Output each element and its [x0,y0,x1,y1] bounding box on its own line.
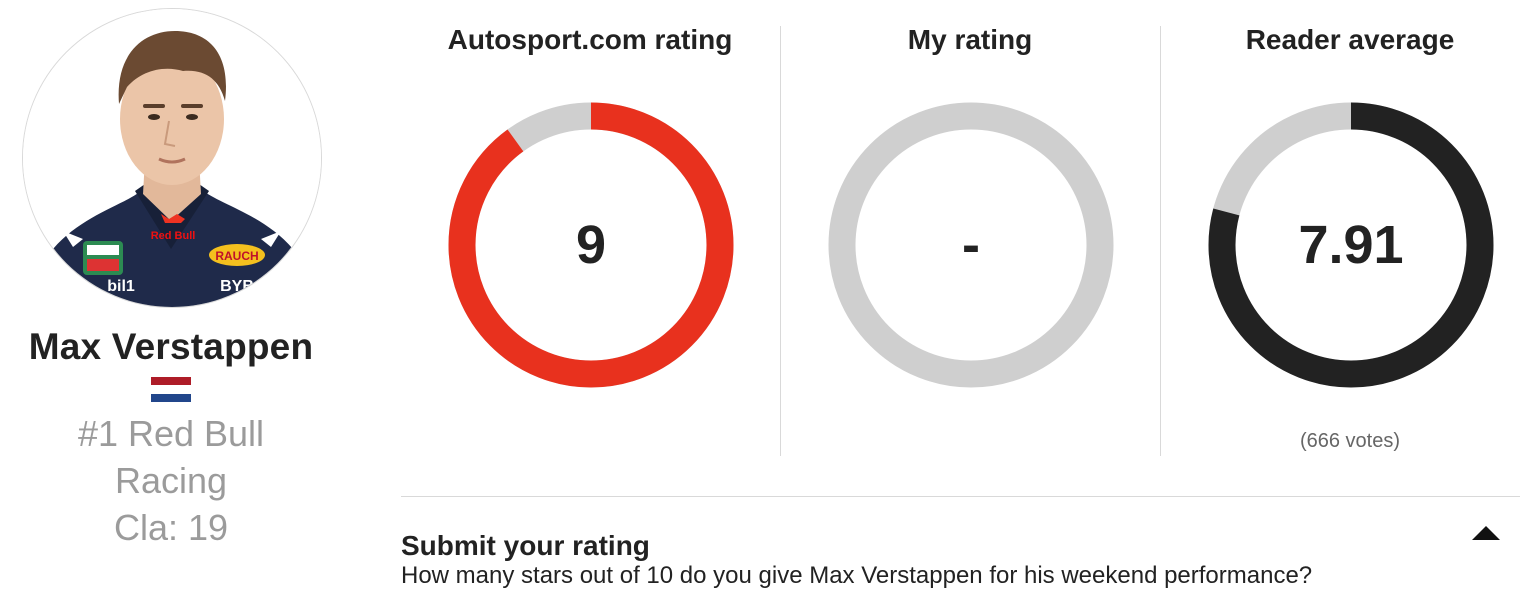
autosport-rating-panel: Autosport.com rating 9 [400,0,780,460]
svg-text:Red Bull: Red Bull [151,230,196,242]
panel-title: My rating [907,24,1033,55]
driver-team: #1 Red Bull Racing [0,410,342,504]
flag-stripe-white [151,385,191,394]
submit-rating-description: How many stars out of 10 do you give Max… [401,562,1313,589]
flag-stripe-red [151,377,191,386]
rating-value: 9 [575,215,607,275]
my-rating-panel: My rating - [780,0,1160,460]
caret-up-icon[interactable] [1470,524,1502,542]
reader-average-panel: Reader average 7.91 (666 votes) [1160,0,1520,460]
driver-card: RAUCH Red Bull BYB bil1 Max Verstappen #… [0,0,342,572]
rating-ring: 7.91 [1206,100,1496,390]
panel-title: Autosport.com rating [447,24,733,55]
driver-team-text: #1 Red Bull Racing [77,413,265,501]
flag-stripe-blue [151,393,191,402]
svg-text:BYB: BYB [220,278,254,295]
section-divider [401,496,1520,497]
driver-photo: RAUCH Red Bull BYB bil1 [23,9,321,307]
votes-count: (666 votes) [1299,430,1401,452]
rating-value: 7.91 [1298,215,1404,275]
rating-value: - [962,215,980,275]
driver-name: Max Verstappen [28,326,314,367]
netherlands-flag-icon [151,377,191,402]
panel-title: Reader average [1245,24,1455,55]
submit-rating-heading[interactable]: Submit your rating [401,530,650,562]
driver-avatar: RAUCH Red Bull BYB bil1 [22,8,322,308]
svg-text:bil1: bil1 [107,278,135,295]
rating-ring: 9 [446,100,736,390]
svg-text:RAUCH: RAUCH [215,249,258,263]
rating-ring: - [826,100,1116,390]
driver-classification: Cla: 19 [113,507,229,548]
